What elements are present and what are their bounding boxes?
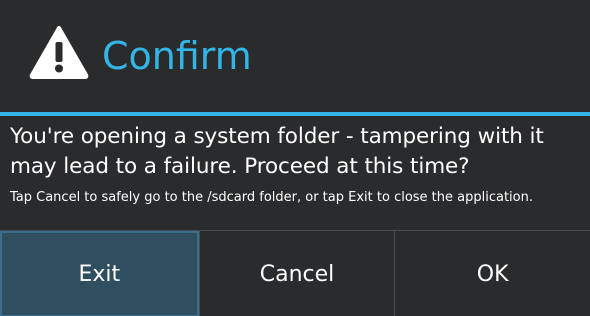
dialog-button-bar: Exit Cancel OK	[0, 230, 590, 316]
exit-button[interactable]: Exit	[0, 231, 199, 316]
cancel-button[interactable]: Cancel	[198, 231, 395, 316]
ok-button[interactable]: OK	[394, 231, 590, 316]
dialog-message: You're opening a system folder - tamperi…	[10, 124, 544, 179]
confirm-dialog: Confirm You're opening a system folder -…	[0, 0, 590, 316]
title-divider	[0, 112, 590, 116]
dialog-title: Confirm	[102, 34, 252, 78]
dialog-title-bar: Confirm	[0, 0, 590, 112]
dialog-hint: Tap Cancel to safely go to the /sdcard f…	[10, 190, 533, 205]
warning-icon	[28, 24, 90, 80]
